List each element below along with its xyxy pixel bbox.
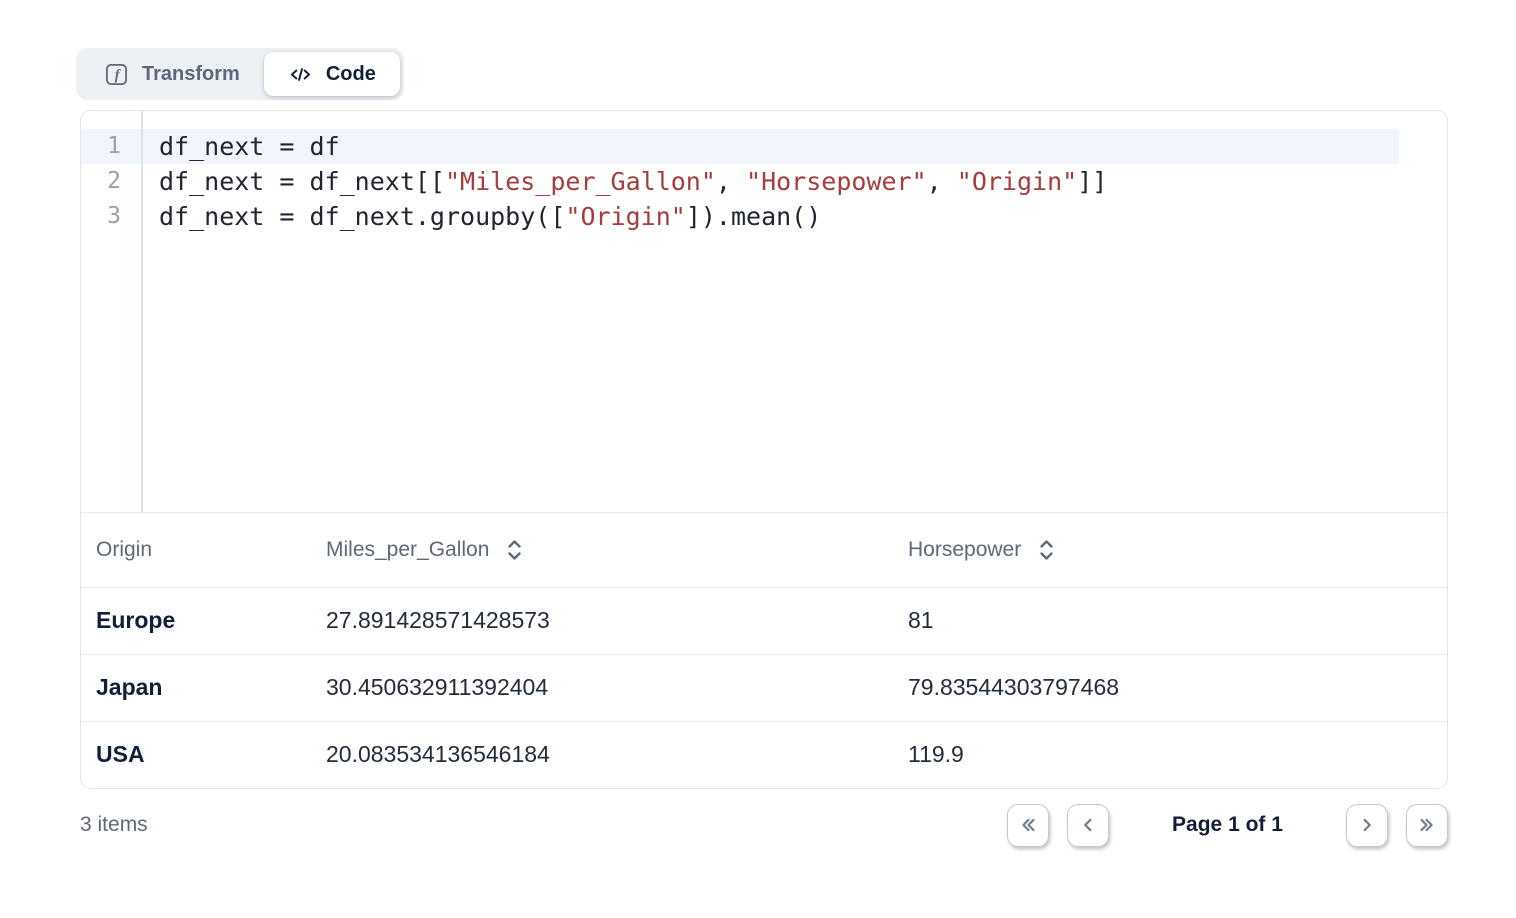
items-count: 3 items (80, 813, 148, 837)
double-chevron-right-icon (1416, 814, 1438, 836)
origin-cell: USA (81, 721, 311, 788)
double-chevron-left-icon (1017, 814, 1039, 836)
gutter-divider (141, 111, 143, 512)
value-cell: 119.9 (893, 721, 1447, 788)
column-header-origin: Origin (81, 513, 311, 587)
value-cell: 81 (893, 587, 1447, 654)
chevron-left-icon (1077, 814, 1099, 836)
code-text: df_next = df_next[["Miles_per_Gallon", "… (141, 164, 1107, 199)
value-cell: 30.450632911392404 (311, 654, 893, 721)
tab-code-label: Code (326, 63, 376, 86)
table-header-row: Origin Miles_per_Gallon Horsepower (81, 513, 1447, 587)
pagination: Page 1 of 1 (1007, 804, 1448, 847)
last-page-button[interactable] (1406, 804, 1448, 847)
line-number: 1 (81, 129, 141, 164)
origin-cell: Europe (81, 587, 311, 654)
sort-icon (1039, 537, 1054, 563)
table-row: Europe27.89142857142857381 (81, 587, 1447, 654)
table-row: USA20.083534136546184119.9 (81, 721, 1447, 788)
result-table: Origin Miles_per_Gallon Horsepower Europe… (81, 513, 1447, 788)
table-body: Europe27.89142857142857381Japan30.450632… (81, 587, 1447, 788)
view-mode-tabbar: f Transform Code (76, 48, 404, 100)
code-line[interactable]: 3df_next = df_next.groupby(["Origin"]).m… (81, 199, 1447, 234)
column-label: Horsepower (908, 538, 1021, 562)
sort-icon (507, 537, 522, 563)
value-cell: 20.083534136546184 (311, 721, 893, 788)
column-label: Miles_per_Gallon (326, 538, 489, 562)
column-header-miles_per_gallon[interactable]: Miles_per_Gallon (311, 513, 893, 587)
code-line[interactable]: 1df_next = df (81, 129, 1399, 164)
table-row: Japan30.45063291139240479.83544303797468 (81, 654, 1447, 721)
line-number: 3 (81, 199, 141, 234)
svg-text:f: f (115, 67, 122, 83)
first-page-button[interactable] (1007, 804, 1049, 847)
tab-code[interactable]: Code (264, 52, 400, 96)
previous-page-button[interactable] (1067, 804, 1109, 847)
code-editor[interactable]: 1df_next = df2df_next = df_next[["Miles_… (81, 111, 1447, 513)
code-text: df_next = df_next.groupby(["Origin"]).me… (141, 199, 821, 234)
code-icon (288, 62, 313, 87)
tab-transform-label: Transform (142, 63, 240, 86)
page-indicator: Page 1 of 1 (1109, 813, 1346, 837)
line-number: 2 (81, 164, 141, 199)
table-footer: 3 items Page 1 of 1 (80, 803, 1448, 847)
column-label: Origin (96, 538, 152, 562)
code-text: df_next = df (141, 129, 340, 164)
code-line[interactable]: 2df_next = df_next[["Miles_per_Gallon", … (81, 164, 1447, 199)
function-icon: f (104, 62, 129, 87)
value-cell: 79.83544303797468 (893, 654, 1447, 721)
chevron-right-icon (1356, 814, 1378, 836)
column-header-horsepower[interactable]: Horsepower (893, 513, 1447, 587)
tab-transform[interactable]: f Transform (80, 52, 264, 96)
code-editor-lines: 1df_next = df2df_next = df_next[["Miles_… (81, 129, 1447, 234)
next-page-button[interactable] (1346, 804, 1388, 847)
origin-cell: Japan (81, 654, 311, 721)
value-cell: 27.891428571428573 (311, 587, 893, 654)
transform-panel: 1df_next = df2df_next = df_next[["Miles_… (80, 110, 1448, 789)
